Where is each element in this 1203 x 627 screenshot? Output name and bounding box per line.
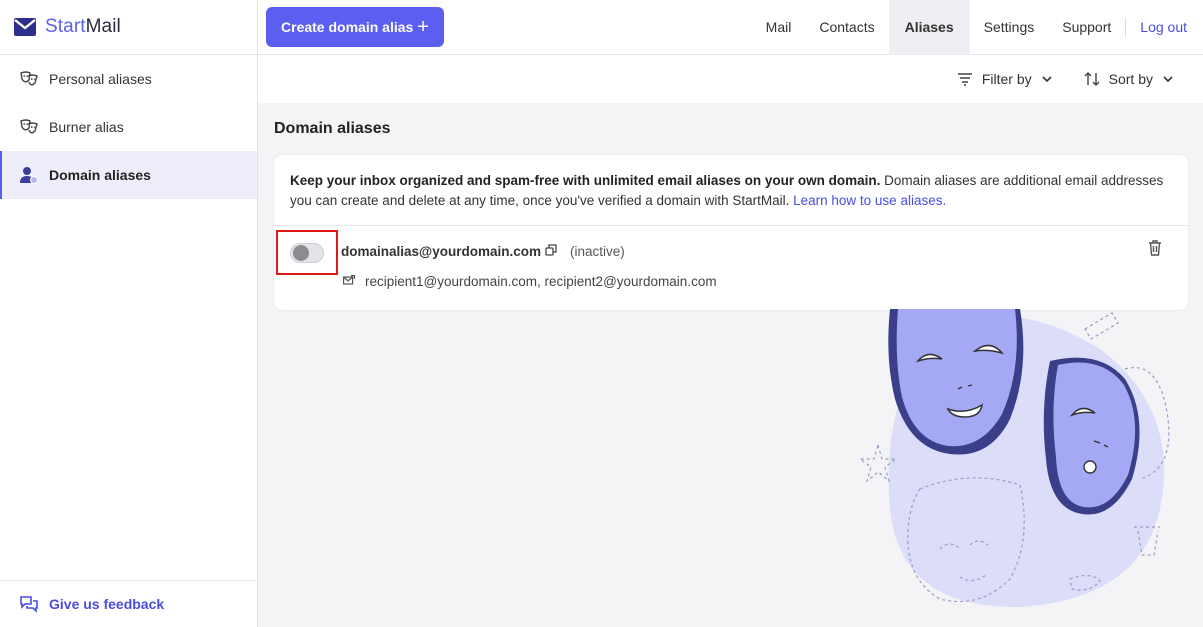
create-button-label: Create domain alias	[281, 19, 414, 35]
nav-settings[interactable]: Settings	[970, 0, 1049, 55]
alias-recipients: recipient1@yourdomain.com, recipient2@yo…	[365, 274, 717, 289]
envelope-icon	[14, 18, 36, 36]
sidebar-item-personal-aliases[interactable]: Personal aliases	[0, 55, 257, 103]
chat-bubbles-icon	[19, 595, 39, 613]
filter-sort-bar: Filter by Sort by	[258, 55, 1203, 103]
sidebar: StartMail Personal aliases Burner alias …	[0, 0, 258, 627]
create-domain-alias-button[interactable]: Create domain alias +	[266, 7, 444, 47]
chevron-down-icon	[1163, 76, 1173, 82]
sidebar-item-label: Personal aliases	[49, 71, 152, 87]
sort-icon	[1084, 71, 1100, 87]
page-title: Domain aliases	[274, 120, 391, 137]
toggle-knob	[293, 244, 309, 261]
sort-by-label: Sort by	[1108, 71, 1153, 87]
filter-icon	[957, 72, 973, 86]
learn-aliases-link[interactable]: Learn how to use aliases.	[793, 193, 946, 208]
filter-by-label: Filter by	[981, 71, 1032, 87]
sort-by-dropdown[interactable]: Sort by	[1084, 71, 1173, 87]
sidebar-item-domain-aliases[interactable]: Domain aliases	[0, 151, 257, 199]
toggle-highlight	[276, 230, 338, 275]
chevron-down-icon	[1042, 76, 1052, 82]
sidebar-item-burner-alias[interactable]: Burner alias	[0, 103, 257, 151]
plus-icon: +	[417, 16, 429, 38]
top-bar: Create domain alias + Mail Contacts Alia…	[258, 0, 1203, 55]
alias-row: domainalias@yourdomain.com (inactive) re…	[274, 226, 1188, 310]
masks-icon	[19, 117, 39, 137]
nav-contacts[interactable]: Contacts	[805, 0, 888, 55]
masks-illustration	[850, 309, 1195, 627]
intro-bold: Keep your inbox organized and spam-free …	[290, 173, 881, 188]
sidebar-item-label: Domain aliases	[49, 167, 151, 183]
alias-email: domainalias@yourdomain.com	[341, 244, 541, 259]
nav-support[interactable]: Support	[1048, 0, 1125, 55]
sidebar-nav: Personal aliases Burner alias Domain ali…	[0, 55, 257, 199]
user-domain-icon	[19, 165, 39, 185]
main-content: Domain aliases Keep your inbox organized…	[258, 103, 1203, 627]
masks-icon	[19, 69, 39, 89]
brand[interactable]: StartMail	[0, 0, 257, 55]
sidebar-item-label: Burner alias	[49, 119, 124, 135]
nav-aliases[interactable]: Aliases	[888, 0, 970, 55]
brand-name: StartMail	[45, 16, 121, 37]
trash-icon[interactable]	[1148, 240, 1162, 256]
alias-card: Keep your inbox organized and spam-free …	[274, 155, 1188, 310]
filter-by-dropdown[interactable]: Filter by	[957, 71, 1052, 87]
feedback-link[interactable]: Give us feedback	[0, 580, 257, 627]
intro-text: Keep your inbox organized and spam-free …	[274, 155, 1188, 226]
alias-enable-toggle[interactable]	[290, 242, 324, 263]
top-nav: Mail Contacts Aliases Settings Support L…	[752, 0, 1203, 55]
copy-icon[interactable]	[545, 244, 557, 256]
alias-status: (inactive)	[570, 244, 625, 259]
nav-mail[interactable]: Mail	[752, 0, 806, 55]
forward-mail-icon	[343, 275, 355, 286]
feedback-label: Give us feedback	[49, 596, 165, 612]
logout-link[interactable]: Log out	[1126, 0, 1203, 55]
